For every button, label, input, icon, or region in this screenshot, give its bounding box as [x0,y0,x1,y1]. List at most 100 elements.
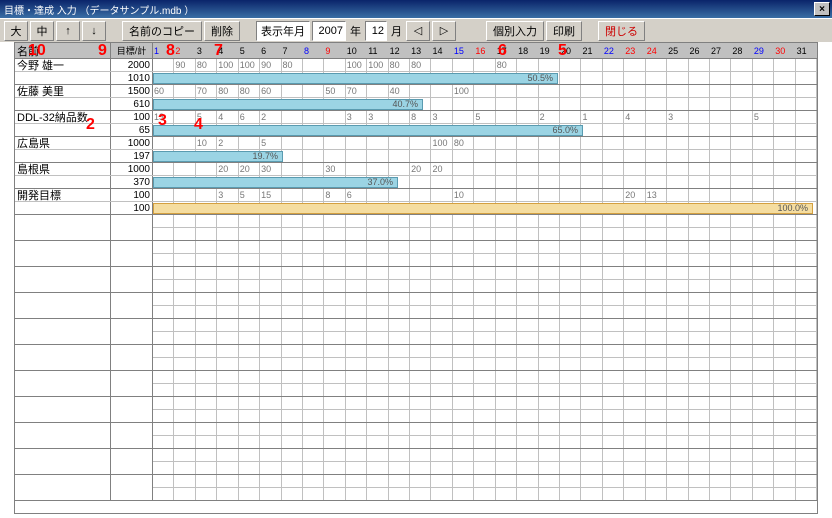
day-cell[interactable] [367,85,388,97]
empty-row[interactable] [15,397,817,423]
day-cell[interactable] [710,189,731,201]
day-cell[interactable]: 80 [282,59,303,71]
day-cell[interactable] [753,163,774,175]
goal-row[interactable]: 広島県1000102510080 [15,137,817,150]
day-cell[interactable]: 80 [410,59,431,71]
day-cell[interactable] [367,137,388,149]
day-cell[interactable]: 60 [260,85,281,97]
day-cell[interactable] [346,137,367,149]
empty-name[interactable] [15,371,111,396]
day-cell[interactable]: 2 [260,111,281,123]
empty-row[interactable] [15,241,817,267]
day-cell[interactable] [624,59,645,71]
day-cell[interactable] [389,111,410,123]
row-goal[interactable]: 100 [111,111,153,123]
day-cell[interactable] [324,137,345,149]
day-cell[interactable] [774,189,795,201]
empty-row[interactable] [15,319,817,345]
day-cell[interactable] [710,111,731,123]
day-cell[interactable] [174,85,195,97]
day-cell[interactable] [153,189,174,201]
day-cell[interactable]: 5 [753,111,774,123]
day-cell[interactable] [410,137,431,149]
day-cell[interactable] [796,189,817,201]
day-cell[interactable] [174,137,195,149]
individual-input-button[interactable]: 個別入力 [486,21,544,41]
goal-row[interactable]: 開発目標100351586102013 [15,189,817,202]
day-cell[interactable] [431,59,452,71]
day-cell[interactable] [581,137,602,149]
day-cell[interactable] [689,137,710,149]
day-cell[interactable] [303,189,324,201]
row-name[interactable]: DDL-32納品数 [15,111,111,123]
day-cell[interactable] [517,85,538,97]
row-name[interactable]: 佐藤 美里 [15,85,111,97]
day-cell[interactable] [667,163,688,175]
day-cell[interactable]: 90 [174,59,195,71]
empty-goal[interactable] [111,397,153,422]
move-up-button[interactable]: ↑ [56,21,80,41]
day-cell[interactable]: 3 [346,111,367,123]
day-cell[interactable]: 30 [324,163,345,175]
goal-row[interactable]: 今野 雄一200090801001009080100100808080 [15,59,817,72]
day-cell[interactable]: 80 [389,59,410,71]
day-cell[interactable]: 70 [196,85,217,97]
close-button[interactable]: 閉じる [598,21,645,41]
day-cell[interactable] [517,137,538,149]
day-cell[interactable]: 5 [260,137,281,149]
day-cell[interactable]: 100 [367,59,388,71]
day-cell[interactable] [796,85,817,97]
day-cell[interactable] [667,59,688,71]
day-cell[interactable] [303,85,324,97]
day-cell[interactable]: 3 [431,111,452,123]
day-cell[interactable] [689,59,710,71]
day-cell[interactable] [603,85,624,97]
day-cell[interactable] [539,59,560,71]
size-large-button[interactable]: 大 [4,21,28,41]
day-cell[interactable]: 30 [260,163,281,175]
size-mid-button[interactable]: 中 [30,21,54,41]
day-cell[interactable] [539,137,560,149]
empty-goal[interactable] [111,345,153,370]
window-close-button[interactable]: × [814,2,830,16]
day-cell[interactable]: 6 [346,189,367,201]
day-cell[interactable]: 70 [346,85,367,97]
day-cell[interactable]: 90 [260,59,281,71]
day-cell[interactable] [560,189,581,201]
day-cell[interactable] [603,111,624,123]
empty-name[interactable] [15,345,111,370]
empty-goal[interactable] [111,371,153,396]
day-cell[interactable] [474,137,495,149]
day-cell[interactable]: 20 [410,163,431,175]
day-cell[interactable] [239,137,260,149]
empty-row[interactable] [15,423,817,449]
row-goal[interactable]: 1000 [111,163,153,175]
day-cell[interactable] [753,137,774,149]
goal-row[interactable]: 島根県1000202030302020 [15,163,817,176]
empty-name[interactable] [15,293,111,318]
day-cell[interactable] [646,85,667,97]
day-cell[interactable] [453,111,474,123]
day-cell[interactable] [667,137,688,149]
day-cell[interactable] [581,85,602,97]
empty-goal[interactable] [111,423,153,448]
day-cell[interactable] [667,85,688,97]
day-cell[interactable]: 100 [239,59,260,71]
day-cell[interactable]: 8 [324,189,345,201]
day-cell[interactable]: 2 [539,111,560,123]
day-cell[interactable]: 13 [646,189,667,201]
empty-name[interactable] [15,215,111,240]
day-cell[interactable] [367,163,388,175]
empty-row[interactable] [15,449,817,475]
day-cell[interactable]: 3 [217,189,238,201]
day-cell[interactable]: 80 [217,85,238,97]
day-cell[interactable] [774,163,795,175]
day-cell[interactable] [646,111,667,123]
empty-name[interactable] [15,267,111,292]
day-cell[interactable] [731,189,752,201]
day-cell[interactable] [282,189,303,201]
empty-goal[interactable] [111,319,153,344]
day-cell[interactable] [410,85,431,97]
day-cell[interactable] [774,85,795,97]
day-cell[interactable] [496,111,517,123]
